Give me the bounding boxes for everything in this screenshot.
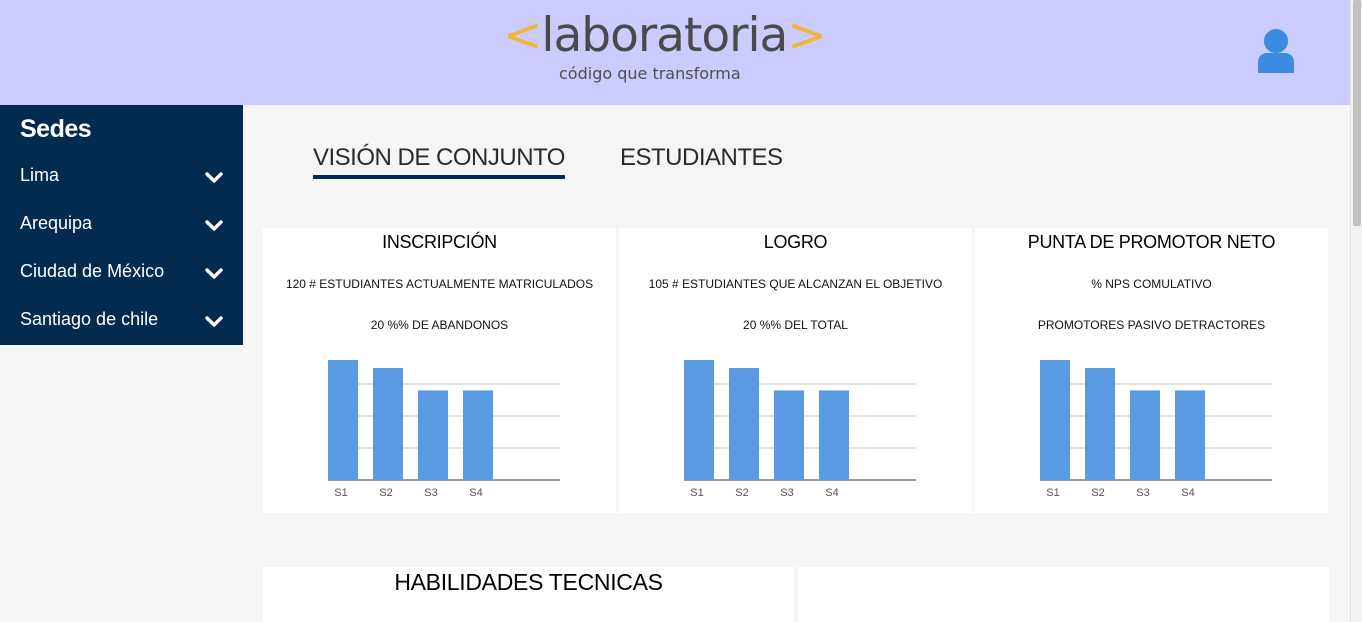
logo-bracket-left: < — [503, 8, 542, 63]
chart-tick-label: S2 — [379, 487, 392, 499]
sidebar-item-santiago-de-chile[interactable]: Santiago de chile — [0, 297, 243, 345]
sidebar-item-label: Arequipa — [20, 213, 93, 233]
card-metric-secondary: 20 %% DE ABANDONOS — [370, 318, 509, 332]
sidebar-title: Sedes — [20, 115, 92, 143]
bar-chart: S1 S2 S3 S4 — [1040, 360, 1272, 499]
sidebar: Sedes Lima Arequipa Ciudad de México San… — [0, 105, 243, 345]
chart-bar-s4[interactable] — [819, 390, 849, 480]
chart-bar-s3[interactable] — [774, 390, 804, 480]
card-metric: 105 # ESTUDIANTES QUE ALCANZAN EL OBJETI… — [648, 277, 943, 291]
chart-bar-s3[interactable] — [1130, 390, 1160, 480]
chart-bar-s1[interactable] — [1040, 360, 1070, 480]
sidebar-item-arequipa[interactable]: Arequipa — [0, 201, 243, 249]
card-metric: % NPS COMULATIVO — [1091, 277, 1212, 291]
chart-tick-label: S4 — [825, 487, 838, 499]
logo-tagline: código que transforma — [559, 64, 741, 83]
chart-bar-s3[interactable] — [418, 390, 448, 480]
card-inscripcion: INSCRIPCIÓN 120 # ESTUDIANTES ACTUALMENT… — [263, 228, 616, 513]
vertical-scrollbar[interactable] — [1350, 0, 1362, 622]
card-logro: LOGRO 105 # ESTUDIANTES QUE ALCANZAN EL … — [619, 228, 972, 513]
chart-tick-label: S1 — [690, 487, 703, 499]
tab-vision-de-conjunto[interactable]: VISIÓN DE CONJUNTO — [313, 144, 565, 179]
chart-tick-label: S2 — [1091, 487, 1104, 499]
card-title: LOGRO — [763, 232, 828, 252]
sidebar-item-label: Lima — [20, 165, 60, 185]
logo-word: laboratoria — [541, 8, 788, 63]
sidebar-item-label: Ciudad de México — [20, 261, 165, 281]
tab-estudiantes[interactable]: ESTUDIANTES — [620, 144, 783, 175]
chart-bar-s1[interactable] — [684, 360, 714, 480]
chevron-down-icon[interactable] — [204, 219, 224, 233]
chart-tick-label: S3 — [780, 487, 793, 499]
chevron-down-icon[interactable] — [204, 315, 224, 329]
card-title: PUNTA DE PROMOTOR NETO — [1027, 232, 1276, 252]
chart-bar-s2[interactable] — [373, 368, 403, 480]
chart-bar-s1[interactable] — [328, 360, 358, 480]
chart-tick-label: S4 — [1181, 487, 1194, 499]
chart-tick-label: S1 — [334, 487, 347, 499]
logo-bracket-right: > — [787, 8, 826, 63]
chart-tick-label: S1 — [1046, 487, 1059, 499]
header: <laboratoria> código que transforma — [0, 0, 1350, 105]
chevron-down-icon[interactable] — [204, 171, 224, 185]
card-empty — [798, 567, 1329, 622]
card-habilidades-tecnicas: HABILIDADES TECNICAS — [263, 567, 794, 622]
chart-bar-s4[interactable] — [1175, 390, 1205, 480]
card-metric-secondary: PROMOTORES PASIVO DETRACTORES — [1037, 318, 1266, 332]
scrollbar-thumb[interactable] — [1353, 0, 1361, 226]
laboratoria-logo[interactable]: <laboratoria> código que transforma — [503, 8, 827, 88]
chart-bar-s2[interactable] — [1085, 368, 1115, 480]
chart-tick-label: S2 — [735, 487, 748, 499]
bar-chart: S1 S2 S3 S4 — [328, 360, 560, 499]
chart-tick-label: S4 — [469, 487, 482, 499]
chart-bar-s2[interactable] — [729, 368, 759, 480]
card-title: INSCRIPCIÓN — [382, 232, 497, 252]
sidebar-item-ciudad-de-mexico[interactable]: Ciudad de México — [0, 249, 243, 297]
chart-bar-s4[interactable] — [463, 390, 493, 480]
sidebar-item-label: Santiago de chile — [20, 309, 159, 329]
chart-tick-label: S3 — [1136, 487, 1149, 499]
logo-wordmark: <laboratoria> — [503, 8, 827, 64]
bar-chart: S1 S2 S3 S4 — [684, 360, 916, 499]
user-icon[interactable] — [1256, 27, 1296, 73]
sidebar-item-lima[interactable]: Lima — [0, 153, 243, 201]
card-metric-secondary: 20 %% DEL TOTAL — [743, 318, 848, 332]
chevron-down-icon[interactable] — [204, 267, 224, 281]
card-title: HABILIDADES TECNICAS — [394, 569, 663, 595]
card-punta-de-promotor-neto: PUNTA DE PROMOTOR NETO % NPS COMULATIVO … — [975, 228, 1328, 513]
card-metric: 120 # ESTUDIANTES ACTUALMENTE MATRICULAD… — [285, 277, 594, 291]
chart-tick-label: S3 — [424, 487, 437, 499]
